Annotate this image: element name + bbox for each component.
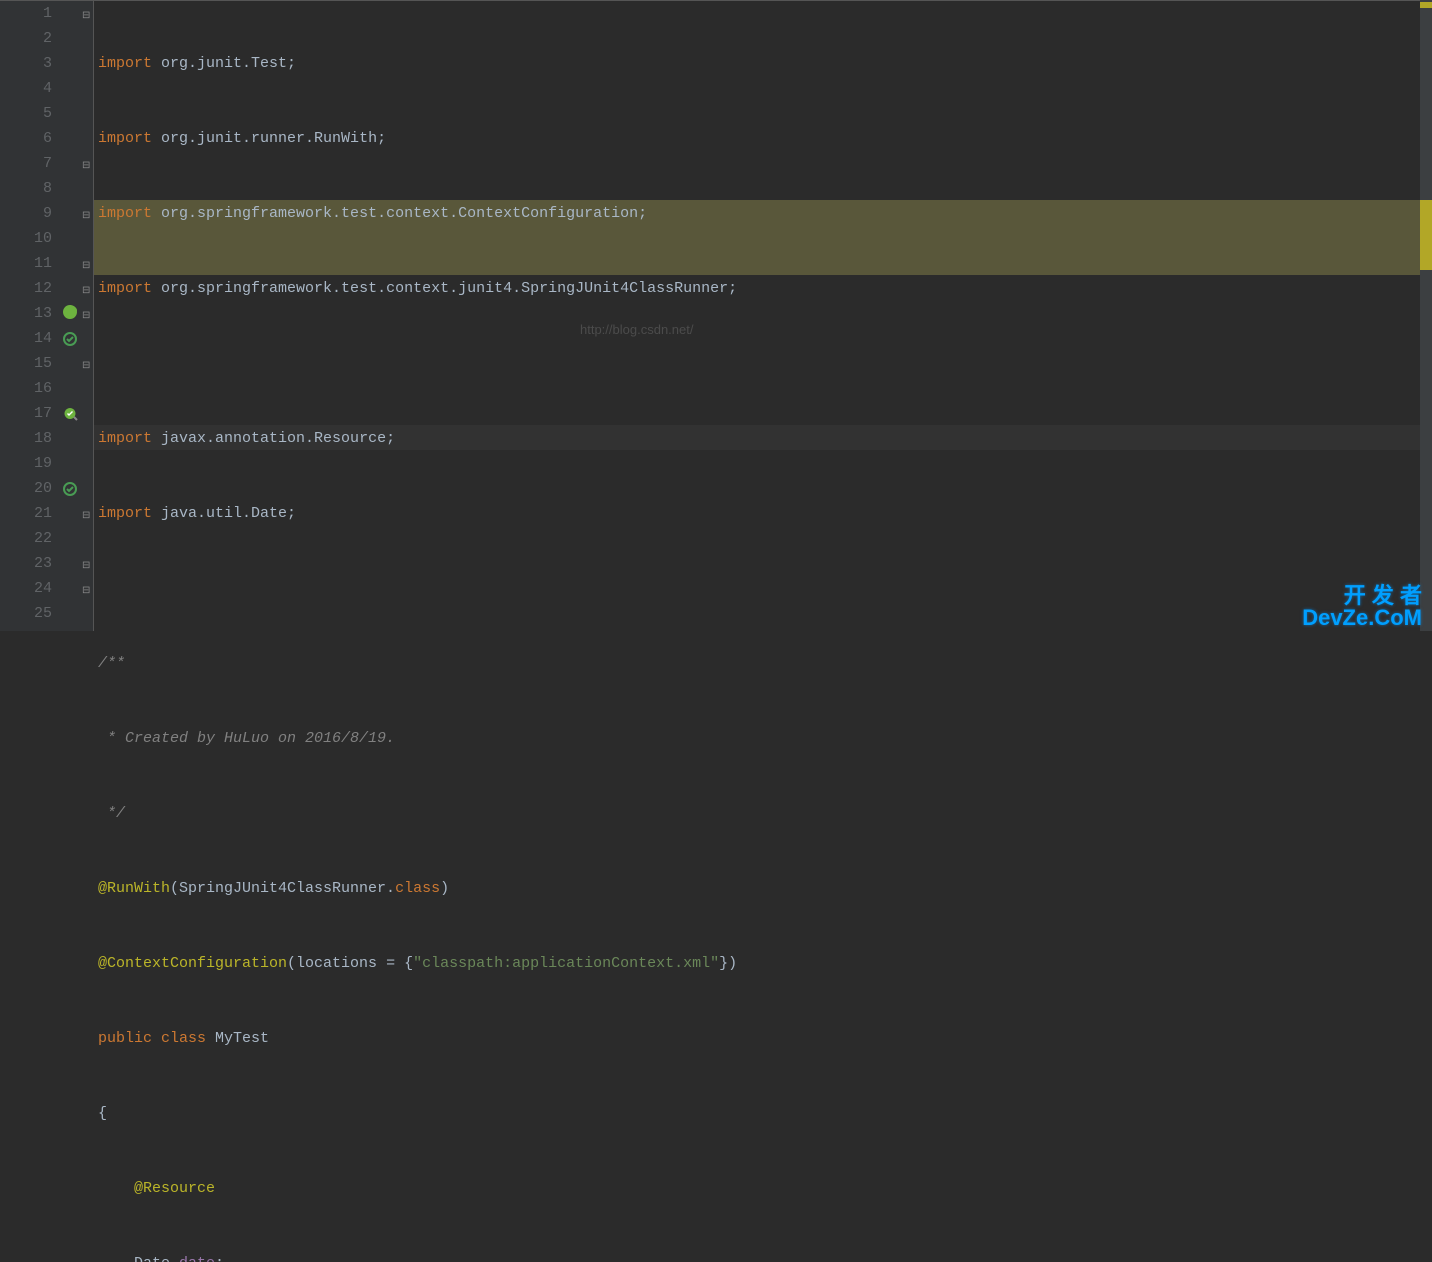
code-line: /** — [98, 651, 1432, 676]
fold-end-icon[interactable]: ⊟ — [82, 579, 92, 589]
line-number[interactable]: 25 — [0, 601, 52, 626]
code-line: @ContextConfiguration(locations = {"clas… — [98, 951, 1432, 976]
code-line: Date date; — [98, 1251, 1432, 1262]
code-line: @RunWith(SpringJUnit4ClassRunner.class) — [98, 876, 1432, 901]
code-line: public class MyTest — [98, 1026, 1432, 1051]
code-line — [98, 576, 1432, 601]
code-line: { — [98, 1101, 1432, 1126]
code-line — [98, 351, 1432, 376]
override-icon[interactable] — [62, 481, 78, 497]
line-number[interactable]: 7 — [0, 151, 52, 176]
fold-end-icon[interactable]: ⊟ — [82, 554, 92, 564]
line-number-gutter[interactable]: 1 2 3 4 5 6 7 8 9 10 11 12 13 14 15 16 1… — [0, 1, 60, 631]
code-editor[interactable]: 1 2 3 4 5 6 7 8 9 10 11 12 13 14 15 16 1… — [0, 0, 1432, 631]
fold-toggle-icon[interactable]: ⊟ — [82, 304, 92, 314]
code-line: import org.springframework.test.context.… — [98, 276, 1432, 301]
line-number[interactable]: 1 — [0, 1, 52, 26]
fold-toggle-icon[interactable]: ⊟ — [82, 279, 92, 289]
line-number[interactable]: 19 — [0, 451, 52, 476]
line-number[interactable]: 15 — [0, 351, 52, 376]
code-line: */ — [98, 801, 1432, 826]
line-number[interactable]: 16 — [0, 376, 52, 401]
line-number[interactable]: 20 — [0, 476, 52, 501]
line-number[interactable]: 22 — [0, 526, 52, 551]
spring-bean-icon[interactable] — [62, 304, 78, 320]
code-area[interactable]: import org.junit.Test; import org.junit.… — [94, 1, 1432, 631]
code-line: import javax.annotation.Resource; — [98, 426, 1432, 451]
warning-marker[interactable] — [1420, 2, 1432, 8]
site-watermark-logo: 开 发 者 DevZe.CoM — [1302, 585, 1422, 629]
line-number[interactable]: 3 — [0, 51, 52, 76]
code-line: @Resource — [98, 1176, 1432, 1201]
line-number[interactable]: 8 — [0, 176, 52, 201]
code-line: import java.util.Date; — [98, 501, 1432, 526]
line-number[interactable]: 23 — [0, 551, 52, 576]
line-number[interactable]: 4 — [0, 76, 52, 101]
line-number[interactable]: 9 — [0, 201, 52, 226]
fold-gutter[interactable]: ⊟ ⊟ ⊟ ⊟ ⊟ ⊟ ⊟ ⊟ ⊟ ⊟ — [80, 1, 94, 631]
line-number[interactable]: 14 — [0, 326, 52, 351]
line-number[interactable]: 17 — [0, 401, 52, 426]
line-number[interactable]: 12 — [0, 276, 52, 301]
override-icon[interactable] — [62, 331, 78, 347]
fold-toggle-icon[interactable]: ⊟ — [82, 204, 92, 214]
code-line: * Created by HuLuo on 2016/8/19. — [98, 726, 1432, 751]
error-stripe-scrollbar[interactable] — [1420, 0, 1432, 631]
line-number[interactable]: 2 — [0, 26, 52, 51]
line-number[interactable]: 11 — [0, 251, 52, 276]
line-number[interactable]: 10 — [0, 226, 52, 251]
fold-toggle-icon[interactable]: ⊟ — [82, 354, 92, 364]
fold-toggle-icon[interactable]: ⊟ — [82, 4, 92, 14]
fold-toggle-icon[interactable]: ⊟ — [82, 504, 92, 514]
fold-end-icon[interactable]: ⊟ — [82, 154, 92, 164]
code-line: import org.junit.Test; — [98, 51, 1432, 76]
line-number[interactable]: 21 — [0, 501, 52, 526]
spring-autowire-icon[interactable] — [62, 406, 78, 422]
fold-end-icon[interactable]: ⊟ — [82, 254, 92, 264]
warning-marker[interactable] — [1420, 200, 1432, 270]
code-line: import org.springframework.test.context.… — [98, 201, 1432, 226]
icon-gutter — [60, 1, 80, 631]
line-number[interactable]: 13 — [0, 301, 52, 326]
code-line: import org.junit.runner.RunWith; — [98, 126, 1432, 151]
line-number[interactable]: 5 — [0, 101, 52, 126]
line-number[interactable]: 18 — [0, 426, 52, 451]
line-number[interactable]: 6 — [0, 126, 52, 151]
line-number[interactable]: 24 — [0, 576, 52, 601]
